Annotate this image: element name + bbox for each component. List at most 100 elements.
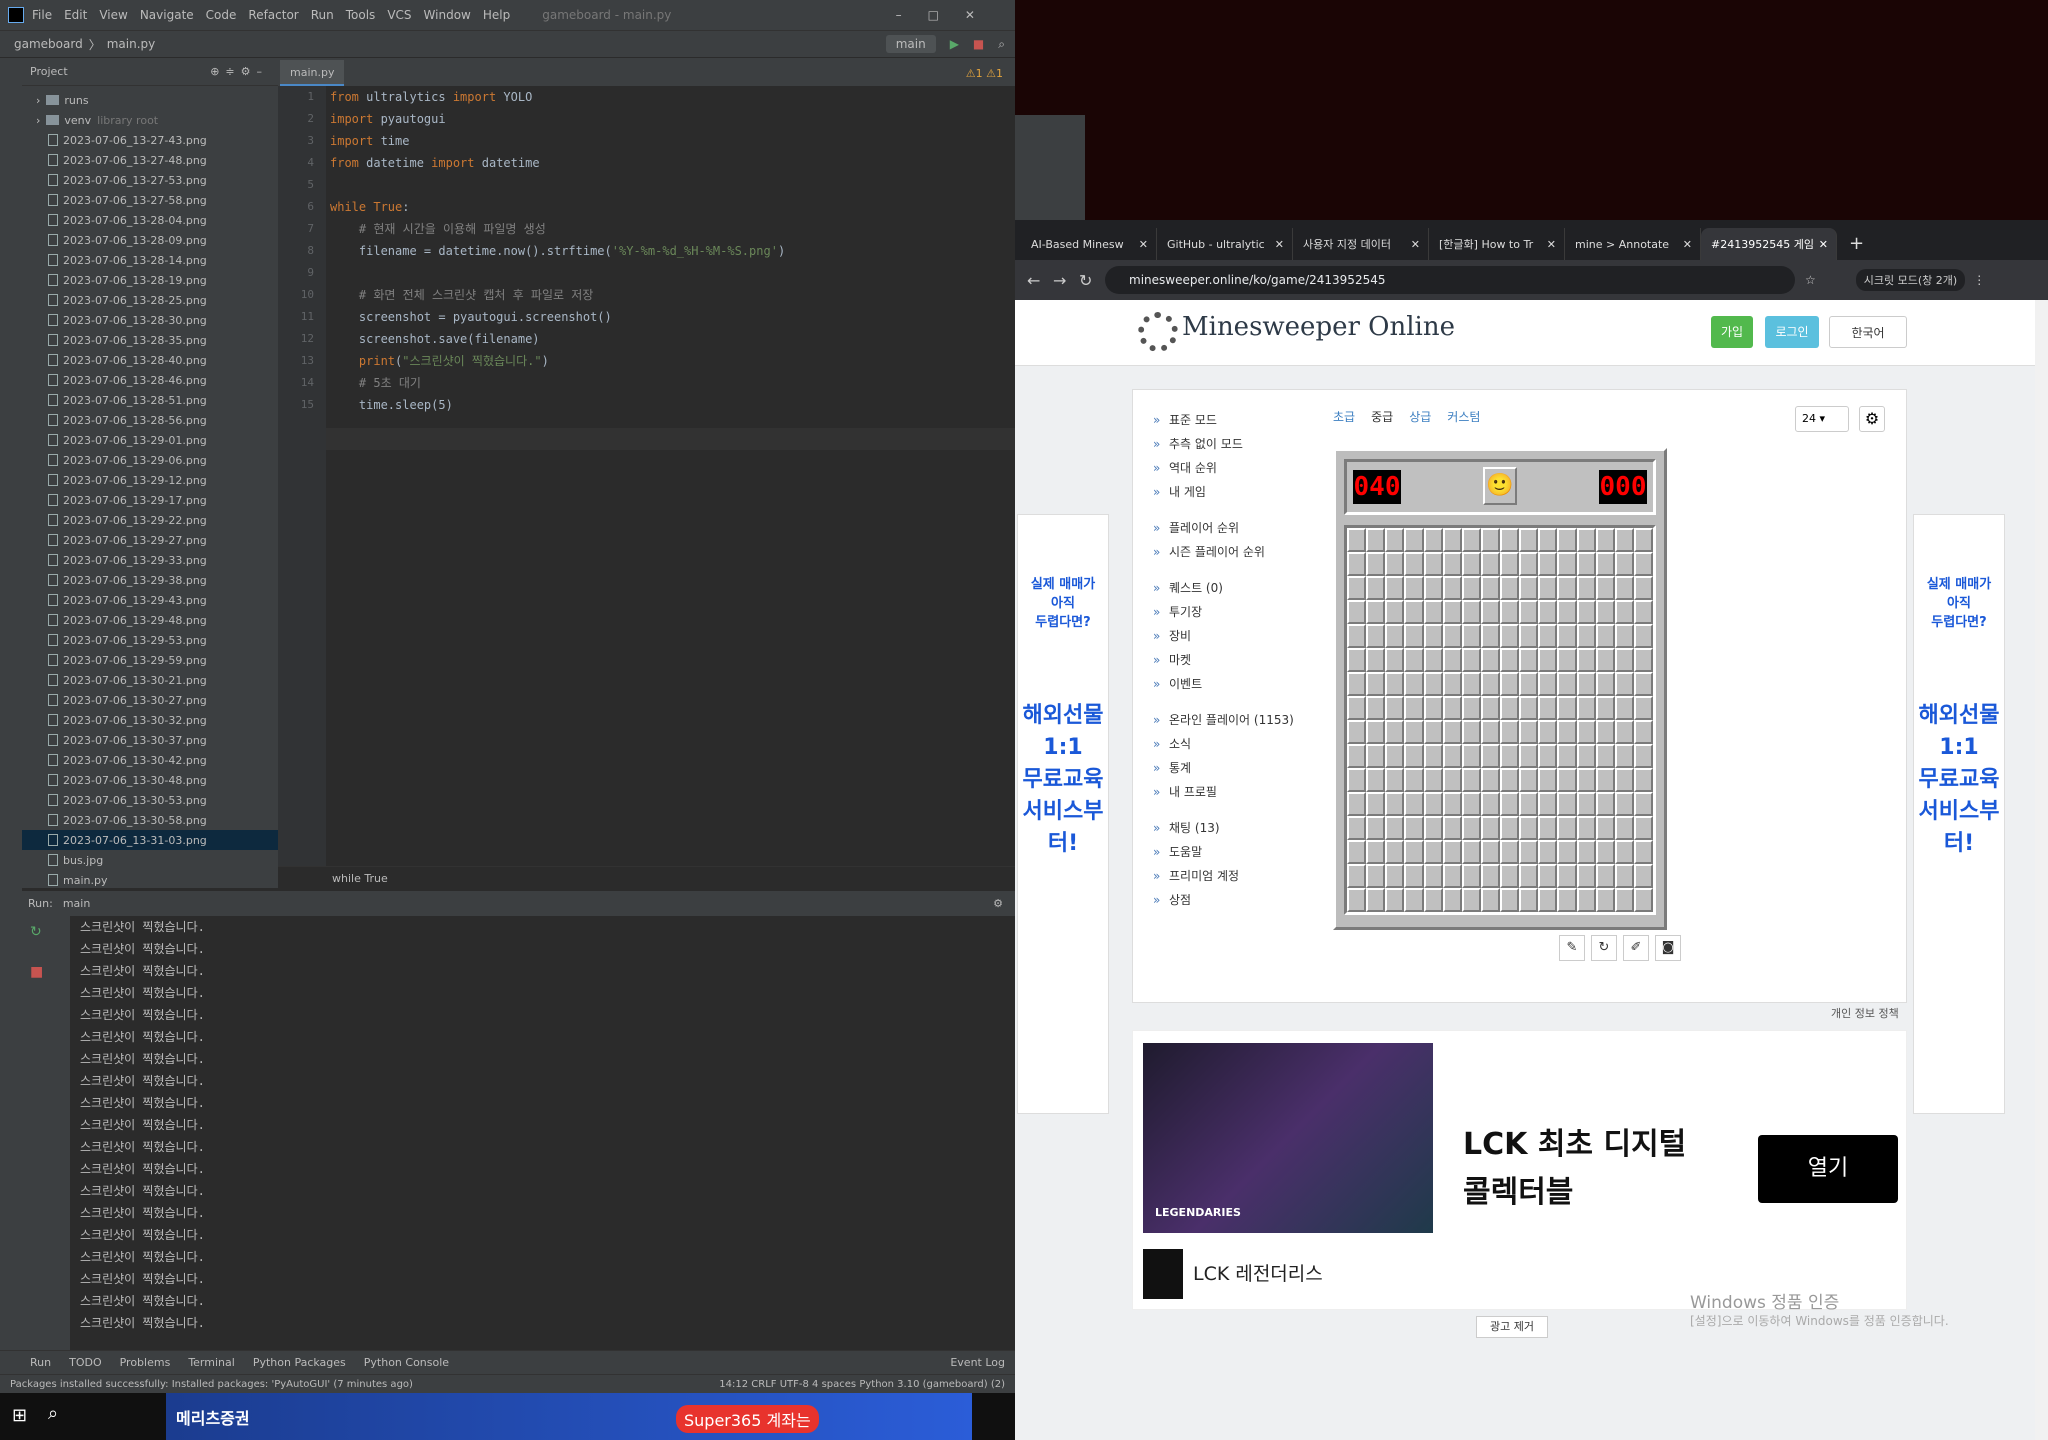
mine-cell[interactable]	[1423, 576, 1443, 600]
mine-cell[interactable]	[1404, 528, 1424, 552]
bottom-tab-terminal[interactable]: Terminal	[188, 1356, 235, 1369]
mine-cell[interactable]	[1614, 576, 1634, 600]
mine-cell[interactable]	[1576, 600, 1596, 624]
side-ad-left[interactable]: 실제 매매가 아직 두렵다면? 해외선물 1:1 무료교육 서비스부터!	[1017, 514, 1109, 1114]
mine-cell[interactable]	[1423, 768, 1443, 792]
menu-vcs[interactable]: VCS	[387, 8, 411, 22]
mine-cell[interactable]	[1538, 576, 1558, 600]
mine-cell[interactable]	[1366, 768, 1386, 792]
code-line[interactable]: from datetime import datetime	[330, 152, 1010, 174]
side-menu-item[interactable]: 시즌 플레이어 순위	[1153, 540, 1294, 564]
bottom-tab-todo[interactable]: TODO	[69, 1356, 102, 1369]
mine-cell[interactable]	[1480, 552, 1500, 576]
menu-navigate[interactable]: Navigate	[140, 8, 194, 22]
mine-cell[interactable]	[1347, 672, 1367, 696]
mine-cell[interactable]	[1519, 840, 1539, 864]
mine-cell[interactable]	[1576, 648, 1596, 672]
mine-cell[interactable]	[1538, 552, 1558, 576]
mine-cell[interactable]	[1461, 672, 1481, 696]
mine-cell[interactable]	[1500, 840, 1520, 864]
tree-file[interactable]: 2023-07-06_13-31-03.png	[22, 830, 278, 850]
mine-cell[interactable]	[1404, 648, 1424, 672]
mine-cell[interactable]	[1385, 864, 1405, 888]
breadcrumb-file[interactable]: main.py	[107, 37, 156, 51]
mine-cell[interactable]	[1347, 840, 1367, 864]
mine-cell[interactable]	[1366, 624, 1386, 648]
site-title[interactable]: Minesweeper Online	[1182, 312, 1455, 342]
mine-cell[interactable]	[1500, 648, 1520, 672]
mine-cell[interactable]	[1423, 792, 1443, 816]
rerun-icon[interactable]: ↻	[30, 924, 70, 940]
mine-grid[interactable]	[1344, 525, 1656, 915]
editor-tab[interactable]: main.py	[280, 60, 345, 86]
mine-cell[interactable]	[1576, 840, 1596, 864]
mine-cell[interactable]	[1385, 672, 1405, 696]
tree-file[interactable]: 2023-07-06_13-28-46.png	[22, 370, 278, 390]
mine-cell[interactable]	[1519, 696, 1539, 720]
mine-cell[interactable]	[1442, 744, 1462, 768]
mine-cell[interactable]	[1347, 720, 1367, 744]
mine-cell[interactable]	[1480, 648, 1500, 672]
mine-cell[interactable]	[1500, 696, 1520, 720]
mine-cell[interactable]	[1404, 624, 1424, 648]
mine-cell[interactable]	[1461, 888, 1481, 912]
tree-file[interactable]: 2023-07-06_13-28-56.png	[22, 410, 278, 430]
mine-cell[interactable]	[1461, 840, 1481, 864]
mine-cell[interactable]	[1538, 624, 1558, 648]
mine-cell[interactable]	[1366, 552, 1386, 576]
mine-cell[interactable]	[1500, 864, 1520, 888]
mine-cell[interactable]	[1633, 792, 1653, 816]
close-icon[interactable]: ✕	[1275, 238, 1284, 251]
mine-cell[interactable]	[1595, 600, 1615, 624]
bottom-tab-event-log[interactable]: Event Log	[950, 1356, 1005, 1369]
level-tab[interactable]: 초급	[1333, 410, 1355, 424]
side-menu-item[interactable]: 투기장	[1153, 600, 1294, 624]
mine-cell[interactable]	[1614, 792, 1634, 816]
mine-cell[interactable]	[1385, 624, 1405, 648]
mine-cell[interactable]	[1576, 720, 1596, 744]
mine-cell[interactable]	[1633, 528, 1653, 552]
search-icon[interactable]: ⌕	[48, 1403, 58, 1424]
mine-cell[interactable]	[1404, 696, 1424, 720]
mine-cell[interactable]	[1366, 648, 1386, 672]
tree-file[interactable]: 2023-07-06_13-29-59.png	[22, 650, 278, 670]
mine-cell[interactable]	[1423, 696, 1443, 720]
mine-cell[interactable]	[1385, 648, 1405, 672]
side-menu-item[interactable]: 이벤트	[1153, 672, 1294, 696]
close-icon[interactable]: ✕	[1819, 238, 1828, 251]
mine-cell[interactable]	[1614, 768, 1634, 792]
tree-file[interactable]: 2023-07-06_13-29-12.png	[22, 470, 278, 490]
mine-cell[interactable]	[1366, 840, 1386, 864]
mine-cell[interactable]	[1519, 576, 1539, 600]
tree-file[interactable]: 2023-07-06_13-29-06.png	[22, 450, 278, 470]
run-tab[interactable]: main	[63, 897, 90, 910]
mine-cell[interactable]	[1461, 696, 1481, 720]
mine-cell[interactable]	[1538, 696, 1558, 720]
mine-cell[interactable]	[1500, 768, 1520, 792]
mine-cell[interactable]	[1519, 672, 1539, 696]
mine-cell[interactable]	[1385, 720, 1405, 744]
side-menu-item[interactable]: 퀘스트 (0)	[1153, 576, 1294, 600]
tree-file[interactable]: 2023-07-06_13-28-25.png	[22, 290, 278, 310]
url-input[interactable]: minesweeper.online/ko/game/2413952545	[1105, 266, 1795, 294]
mine-cell[interactable]	[1576, 768, 1596, 792]
browser-tab[interactable]: 사용자 지정 데이터 ✕	[1293, 228, 1429, 260]
mine-cell[interactable]	[1442, 624, 1462, 648]
tree-file[interactable]: 2023-07-06_13-30-58.png	[22, 810, 278, 830]
tree-file[interactable]: 2023-07-06_13-29-43.png	[22, 590, 278, 610]
tree-file[interactable]: 2023-07-06_13-30-42.png	[22, 750, 278, 770]
mine-cell[interactable]	[1480, 864, 1500, 888]
mine-cell[interactable]	[1385, 600, 1405, 624]
mine-cell[interactable]	[1595, 744, 1615, 768]
bottom-tab-python-packages[interactable]: Python Packages	[253, 1356, 346, 1369]
mine-cell[interactable]	[1557, 624, 1577, 648]
mine-cell[interactable]	[1347, 696, 1367, 720]
forward-icon[interactable]: →	[1053, 271, 1066, 290]
mine-cell[interactable]	[1519, 888, 1539, 912]
tree-file[interactable]: 2023-07-06_13-28-09.png	[22, 230, 278, 250]
tree-file[interactable]: 2023-07-06_13-27-48.png	[22, 150, 278, 170]
edit-icon[interactable]: ✐	[1623, 935, 1649, 961]
mine-cell[interactable]	[1461, 792, 1481, 816]
restart-icon[interactable]: ↻	[1591, 935, 1617, 961]
mine-cell[interactable]	[1461, 816, 1481, 840]
